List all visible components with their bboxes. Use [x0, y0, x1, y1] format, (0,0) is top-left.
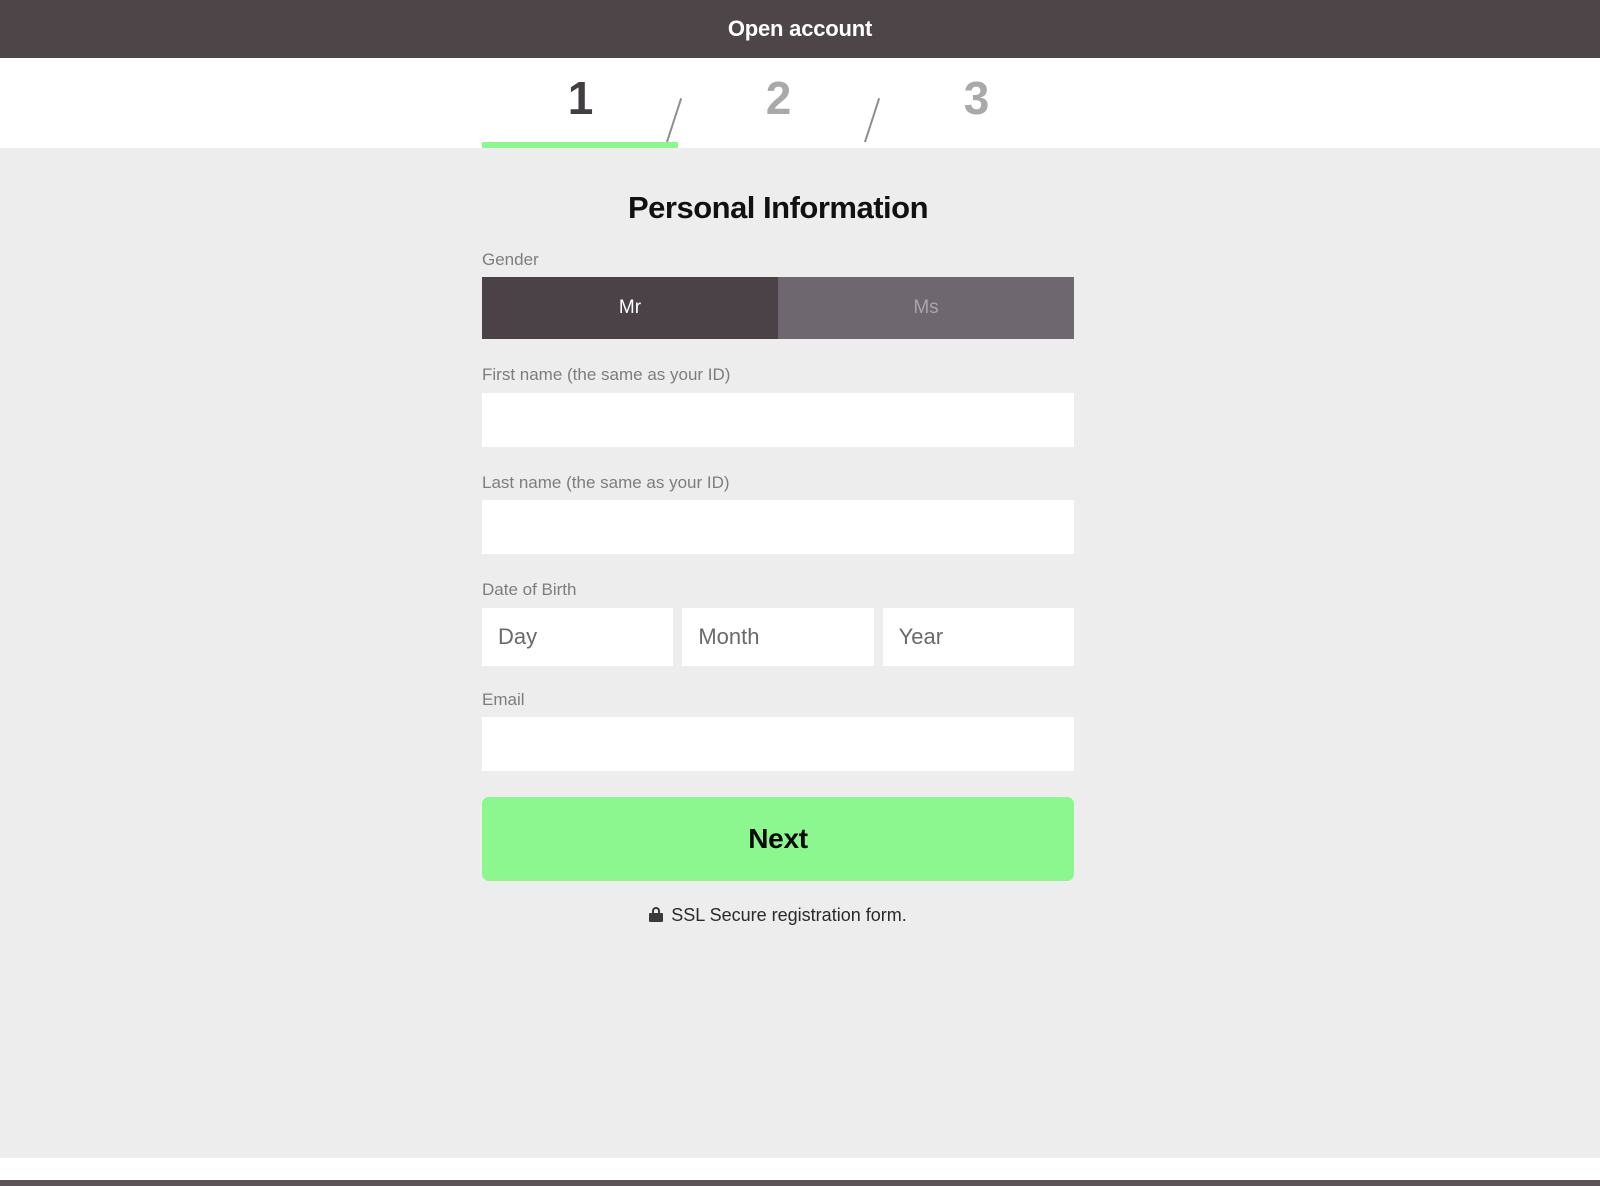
step-indicator-track: 1 2 3	[482, 58, 1074, 148]
date-of-birth-group	[482, 607, 1074, 666]
step-number-1: 1	[567, 72, 594, 124]
email-input[interactable]	[482, 716, 1074, 771]
date-of-birth-label: Date of Birth	[482, 580, 577, 600]
step-number-2: 2	[765, 72, 792, 124]
ssl-notice: SSL Secure registration form.	[482, 905, 1074, 926]
dob-year-input[interactable]	[882, 607, 1074, 666]
first-name-label: First name (the same as your ID)	[482, 365, 731, 385]
next-button[interactable]: Next	[482, 796, 1074, 881]
last-name-label: Last name (the same as your ID)	[482, 472, 730, 492]
footer-spacer	[0, 1158, 1600, 1180]
dob-day-input[interactable]	[482, 607, 674, 666]
form-heading: Personal Information	[627, 190, 929, 225]
first-name-input[interactable]	[482, 392, 1074, 447]
titlebar: Open account	[0, 0, 1600, 58]
page-title: Open account	[727, 16, 873, 41]
step-indicator: 1 2 3	[0, 58, 1600, 148]
registration-form: Personal Information Gender Mr Ms First …	[482, 148, 1074, 926]
step-number-3: 3	[963, 72, 990, 124]
lock-icon	[649, 907, 664, 923]
footer-bar	[0, 1180, 1600, 1186]
last-name-input[interactable]	[482, 500, 1074, 555]
dob-month-input[interactable]	[682, 607, 874, 666]
email-label: Email	[482, 689, 525, 709]
gender-option-ms[interactable]: Ms	[778, 277, 1074, 340]
step-item-3[interactable]: 3	[878, 58, 1074, 148]
gender-toggle-group: Mr Ms	[482, 277, 1074, 340]
content-area: Personal Information Gender Mr Ms First …	[0, 148, 1600, 1158]
step-item-2[interactable]: 2	[680, 58, 876, 148]
open-account-page: Open account 1 2 3 Personal Information …	[0, 0, 1600, 1186]
gender-option-mr[interactable]: Mr	[482, 277, 778, 340]
gender-label: Gender	[482, 250, 539, 269]
ssl-notice-text: SSL Secure registration form.	[671, 904, 907, 925]
step-item-1[interactable]: 1	[482, 58, 678, 148]
